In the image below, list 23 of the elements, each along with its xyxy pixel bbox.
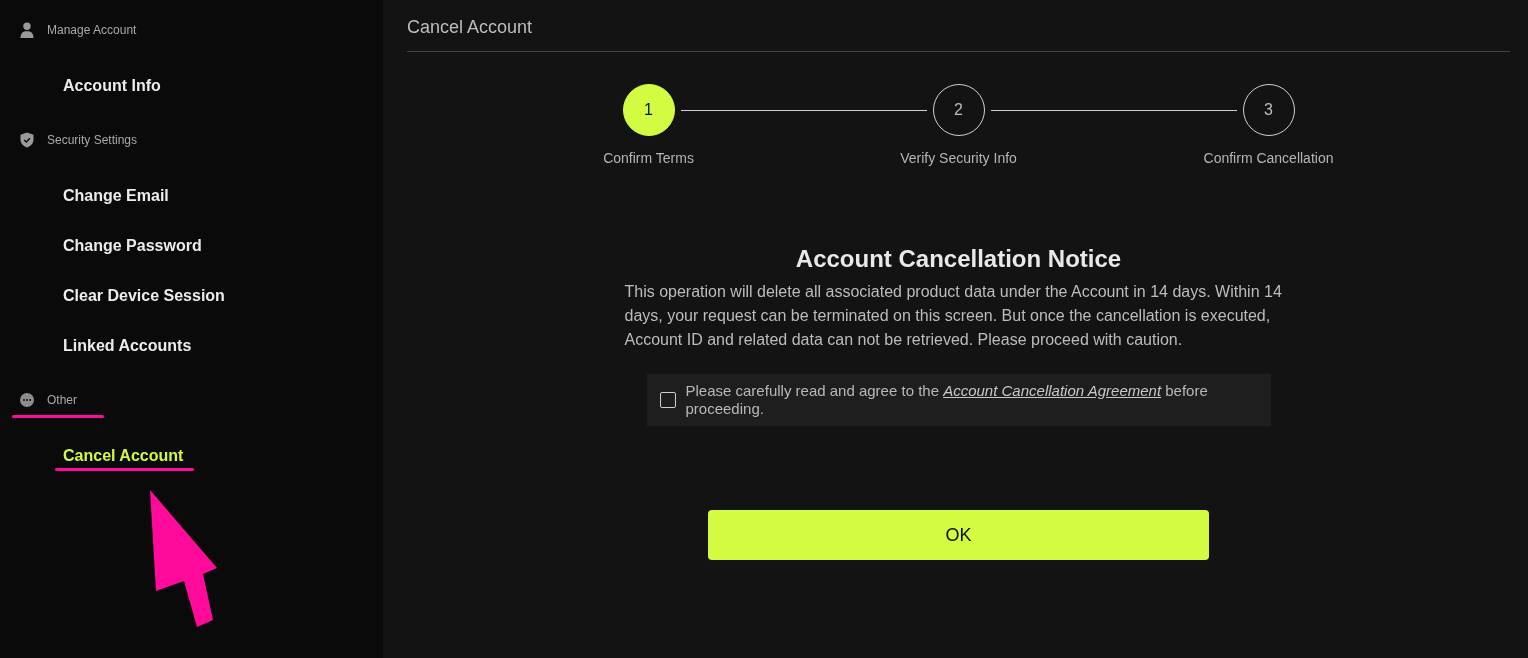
step-label: Verify Security Info xyxy=(900,149,1017,168)
notice-heading: Account Cancellation Notice xyxy=(795,244,1122,274)
step-label: Confirm Terms xyxy=(603,149,694,168)
step-label: Confirm Cancellation xyxy=(1203,149,1334,168)
agreement-link[interactable]: Account Cancellation Agreement xyxy=(943,382,1162,399)
sidebar-item[interactable]: Clear Device Session xyxy=(55,271,236,321)
shield-check-icon xyxy=(20,132,34,148)
sidebar-item[interactable]: Change Password xyxy=(55,221,213,271)
ok-button[interactable]: OK xyxy=(708,510,1209,560)
agreement-text: Please carefully read and agree to the Account Cancellation Agreement before proceeding. xyxy=(685,382,1209,418)
section-heading: Other xyxy=(47,392,77,409)
sidebar-item[interactable]: Change Email xyxy=(55,171,180,221)
sidebar-item[interactable]: Linked Accounts xyxy=(55,321,203,371)
sidebar-item[interactable]: Cancel Account xyxy=(55,431,195,481)
page-title: Cancel Account xyxy=(407,0,1510,52)
sidebar-item[interactable]: Account Info xyxy=(55,61,172,111)
agreement-checkbox[interactable] xyxy=(659,392,676,408)
person-icon xyxy=(20,22,34,38)
section-heading: Manage Account xyxy=(47,22,137,39)
step-number: 1 xyxy=(622,84,675,136)
notice-text: This operation will delete all associated product data under the Account in 14 days. Within 14 days, your request can be terminated on this screen. But once the cancellation is executed, Account ID and related data can not be retrieved. Please proceed with caution. xyxy=(624,282,1283,350)
section-heading: Security Settings xyxy=(47,132,138,149)
more-dots-icon xyxy=(20,393,34,407)
